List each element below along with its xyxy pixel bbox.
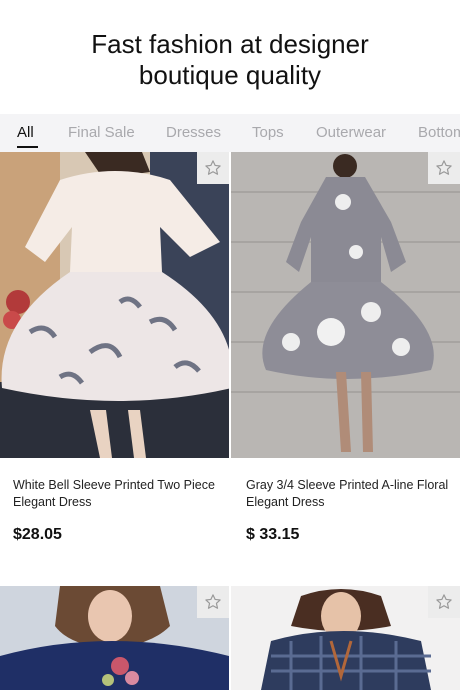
product-title[interactable]: White Bell Sleeve Printed Two Piece Eleg… [13,477,223,511]
favorite-button[interactable] [197,586,229,618]
tab-all[interactable]: All [17,124,34,141]
headline-line-2: boutique quality [138,60,322,90]
product-image-graphic [231,152,460,458]
star-outline-icon [436,160,452,175]
product-card[interactable]: Gray 3/4 Sleeve Printed A-line Floral El… [231,152,460,572]
tab-outerwear[interactable]: Outerwear [316,124,386,141]
product-title[interactable]: Gray 3/4 Sleeve Printed A-line Floral El… [246,477,456,511]
tab-bottoms[interactable]: Bottoms [418,124,460,141]
product-image[interactable] [0,586,229,690]
product-card[interactable] [231,586,460,690]
star-outline-icon [436,594,452,609]
star-outline-icon [205,160,221,175]
product-image[interactable] [231,586,460,690]
headline-line-1: Fast fashion at designer [91,29,369,59]
product-image-graphic [231,586,460,690]
headline: Fast fashion at designer boutique qualit… [0,29,460,91]
active-tab-indicator [17,146,38,148]
favorite-button[interactable] [197,152,229,184]
favorite-button[interactable] [428,152,460,184]
tab-tops[interactable]: Tops [252,124,284,141]
tab-final-sale[interactable]: Final Sale [68,124,135,141]
product-grid: White Bell Sleeve Printed Two Piece Eleg… [0,152,460,690]
product-image-graphic [0,586,229,690]
category-tab-bar: All Final Sale Dresses Tops Outerwear Bo… [0,114,460,152]
page-header: Fast fashion at designer boutique qualit… [0,0,460,114]
product-image[interactable] [0,152,229,458]
product-image-graphic [0,152,229,458]
product-price: $28.05 [13,526,62,543]
product-price: $ 33.15 [246,526,300,543]
product-image[interactable] [231,152,460,458]
tab-dresses[interactable]: Dresses [166,124,221,141]
star-outline-icon [205,594,221,609]
product-card[interactable] [0,586,229,690]
product-card[interactable]: White Bell Sleeve Printed Two Piece Eleg… [0,152,229,572]
favorite-button[interactable] [428,586,460,618]
